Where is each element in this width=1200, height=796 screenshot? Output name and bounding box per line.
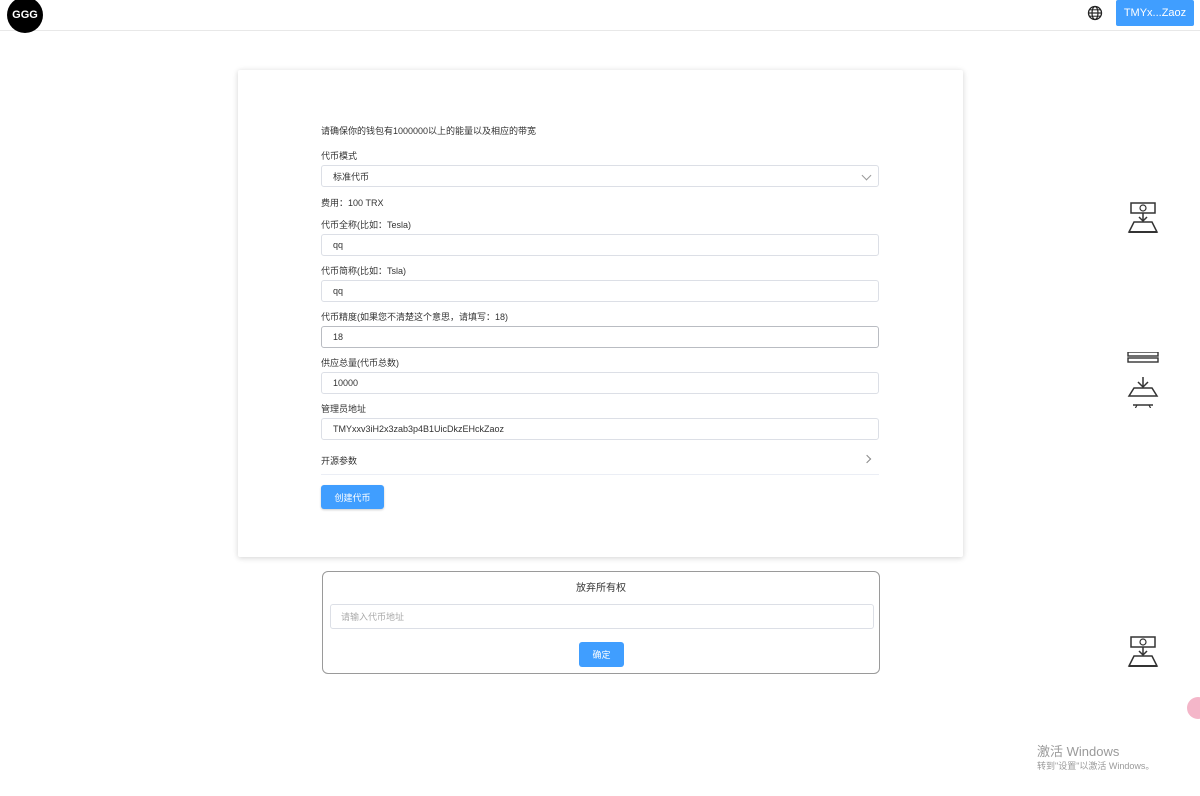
short-name-input[interactable]: qq [321, 280, 879, 302]
admin-address-value: TMYxxv3iH2x3zab3p4B1UicDkzEHckZaoz [333, 424, 505, 434]
full-name-input[interactable]: qq [321, 234, 879, 256]
admin-address-label: 管理员地址 [321, 404, 367, 414]
floating-chat-icon[interactable] [1187, 697, 1200, 719]
brand-logo[interactable]: GGG [7, 0, 43, 33]
token-address-input[interactable]: 请输入代币地址 [330, 604, 874, 629]
full-name-value: qq [333, 240, 344, 250]
windows-activation-subtitle: 转到"设置"以激活 Windows。 [1037, 761, 1155, 771]
cash-register-icon [1127, 636, 1159, 667]
confirm-button[interactable]: 确定 [579, 642, 624, 667]
wallet-address-button[interactable]: TMYx...Zaoz [1116, 0, 1194, 26]
precision-input[interactable]: 18 [321, 326, 879, 348]
windows-activation-title: 激活 Windows [1037, 744, 1120, 759]
energy-notice: 请确保你的钱包有1000000以上的能量以及相应的带宽 [321, 126, 537, 136]
logo-text: GGG [12, 9, 38, 21]
open-source-params-label: 开源参数 [321, 455, 358, 466]
precision-value: 18 [333, 332, 344, 342]
supply-value: 10000 [333, 378, 359, 388]
globe-icon[interactable] [1087, 5, 1103, 21]
supply-input[interactable]: 10000 [321, 372, 879, 394]
chevron-down-icon [861, 170, 872, 181]
token-mode-select[interactable]: 标准代币 [321, 165, 879, 187]
admin-address-input[interactable]: TMYxxv3iH2x3zab3p4B1UicDkzEHckZaoz [321, 418, 879, 440]
full-name-label: 代币全称(比如：Tesla) [321, 220, 412, 230]
short-name-label: 代币简称(比如：Tsla) [321, 266, 406, 276]
short-name-value: qq [333, 286, 344, 296]
create-token-card: 请确保你的钱包有1000000以上的能量以及相应的带宽 代币模式 标准代币 费用… [238, 70, 963, 557]
renounce-title: 放弃所有权 [576, 583, 626, 594]
cash-register-icon [1127, 202, 1159, 233]
token-mode-value: 标准代币 [333, 171, 370, 182]
chevron-right-icon [862, 454, 872, 464]
token-mode-label: 代币模式 [321, 151, 358, 161]
open-source-params-collapse[interactable]: 开源参数 [321, 446, 879, 475]
renounce-ownership-panel: 放弃所有权 请输入代币地址 确定 [322, 571, 880, 674]
token-address-placeholder: 请输入代币地址 [341, 612, 405, 622]
cash-register-icon [1127, 352, 1159, 408]
top-bar: GGG TMYx...Zaoz [0, 0, 1200, 33]
fee-text: 费用：100 TRX [321, 198, 384, 208]
precision-label: 代币精度(如果您不清楚这个意思，请填写：18) [321, 312, 509, 322]
create-token-button[interactable]: 创建代币 [321, 485, 384, 509]
supply-label: 供应总量(代币总数) [321, 358, 399, 368]
